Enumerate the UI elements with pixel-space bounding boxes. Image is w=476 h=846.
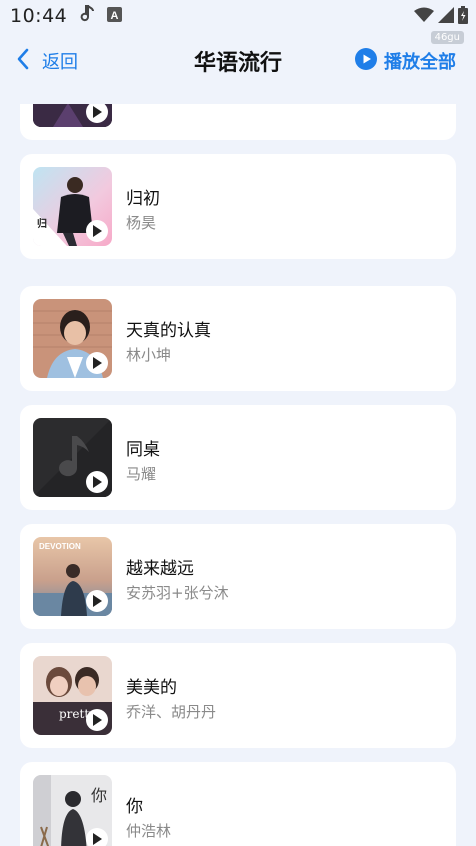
song-artist: 杨昊 (126, 214, 157, 232)
play-badge[interactable] (86, 590, 108, 612)
back-label: 返回 (42, 52, 78, 73)
status-time: 10:44 (10, 5, 68, 27)
play-icon (93, 476, 102, 488)
play-all-label: 播放全部 (384, 52, 456, 73)
song-title: 归初 (126, 189, 160, 209)
song-cover: 你 (33, 775, 112, 846)
music-note-icon (79, 5, 95, 27)
song-title: 越来越远 (126, 559, 194, 579)
song-artist: 仲浩林 (126, 822, 172, 840)
song-cover (33, 299, 112, 378)
song-card[interactable]: 天真的认真 林小坤 (20, 286, 456, 391)
song-list[interactable]: 归 归初 杨昊 天真的认真 林小坤 同桌 马耀 DEVOTION 越来越远 安苏… (0, 104, 476, 846)
signal-icon (438, 7, 454, 27)
song-artist: 林小坤 (126, 346, 172, 364)
song-artist: 乔洋、胡丹丹 (126, 703, 217, 721)
song-title: 你 (126, 797, 143, 817)
song-artist: 马耀 (126, 465, 157, 483)
play-badge[interactable] (86, 828, 108, 846)
song-card[interactable]: 同桌 马耀 (20, 405, 456, 510)
song-title: 美美的 (126, 678, 177, 698)
status-left-icons: A (79, 5, 123, 27)
song-card[interactable]: DEVOTION 越来越远 安苏羽+张兮沐 (20, 524, 456, 629)
play-badge[interactable] (86, 220, 108, 242)
play-badge[interactable] (86, 471, 108, 493)
svg-text:归: 归 (37, 217, 47, 230)
song-card[interactable] (20, 104, 456, 140)
song-cover (33, 418, 112, 497)
wifi-icon (414, 7, 434, 27)
play-badge[interactable] (86, 709, 108, 731)
song-title: 同桌 (126, 440, 160, 460)
play-icon (93, 595, 102, 607)
song-title: 天真的认真 (126, 321, 211, 341)
top-nav-bar: 返回 华语流行 播放全部 (0, 36, 476, 86)
a-keyboard-icon: A (107, 6, 123, 26)
svg-text:A: A (111, 10, 119, 22)
play-badge[interactable] (86, 352, 108, 374)
battery-icon (458, 6, 468, 28)
play-icon (93, 106, 102, 118)
song-artist: 安苏羽+张兮沐 (126, 584, 229, 602)
cover-text: 你 (91, 786, 107, 805)
song-cover: 归 (33, 167, 112, 246)
play-icon (93, 357, 102, 369)
song-card[interactable]: 归 归初 杨昊 (20, 154, 456, 259)
song-cover: DEVOTION (33, 537, 112, 616)
play-all-button[interactable]: 播放全部 (355, 48, 456, 74)
cover-text: DEVOTION (39, 542, 81, 551)
song-cover: pretty (33, 656, 112, 735)
song-card[interactable]: 你 你 仲浩林 (20, 762, 456, 846)
play-icon (93, 225, 102, 237)
play-icon (93, 833, 102, 845)
play-circle-icon (355, 48, 377, 74)
back-button[interactable]: 返回 (16, 48, 78, 74)
chevron-left-icon (16, 48, 30, 74)
song-card[interactable]: pretty 美美的 乔洋、胡丹丹 (20, 643, 456, 748)
play-icon (93, 714, 102, 726)
song-cover (33, 104, 112, 127)
status-right-icons (414, 6, 468, 28)
status-bar: 10:44 A (0, 0, 476, 32)
